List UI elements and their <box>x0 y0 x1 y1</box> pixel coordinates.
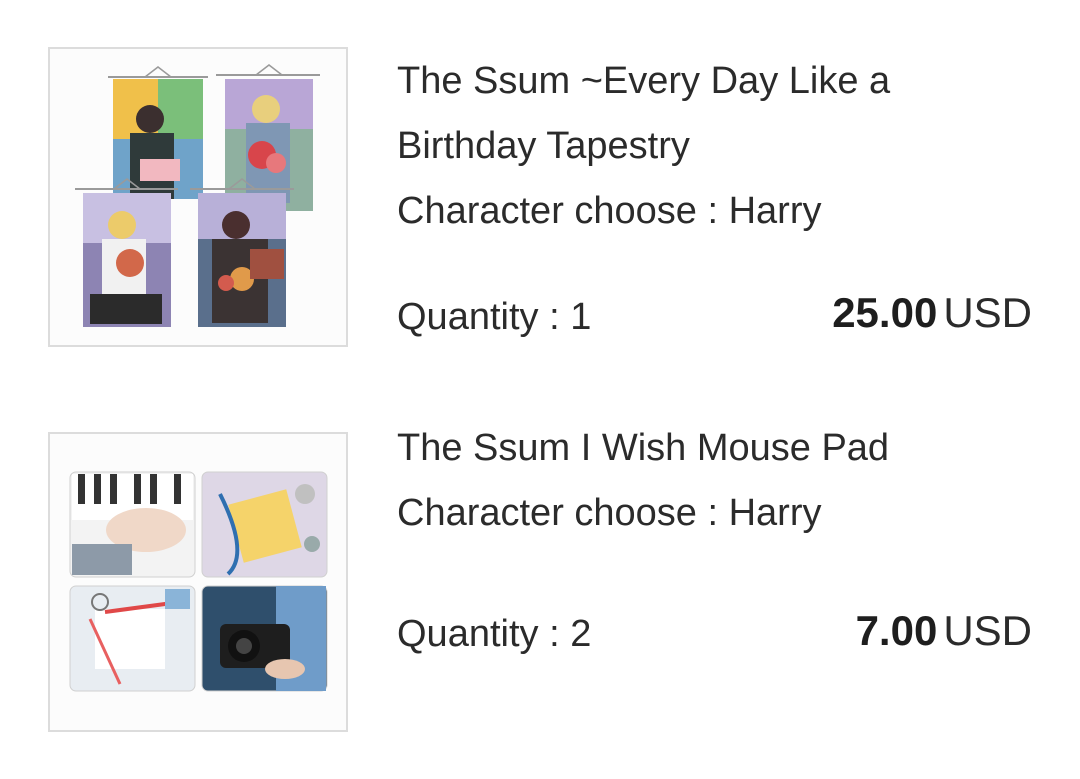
product-thumbnail[interactable] <box>48 432 348 732</box>
product-name[interactable]: The Ssum I Wish Mouse Pad <box>397 416 1027 481</box>
product-details: The Ssum ~Every Day Like a Birthday Tape… <box>397 47 1032 347</box>
item-price: 25.00 USD <box>832 283 1032 343</box>
item-price: 7.00 USD <box>856 601 1032 661</box>
price-currency: USD <box>943 289 1032 336</box>
price-amount: 25.00 <box>832 289 938 336</box>
character-option: Character choose : Harry <box>397 190 822 232</box>
quantity-label: Quantity : 2 <box>397 613 592 655</box>
order-item: The Ssum ~Every Day Like a Birthday Tape… <box>48 47 1032 347</box>
product-thumbnail[interactable] <box>48 47 348 347</box>
product-details: The Ssum I Wish Mouse Pad Character choo… <box>397 427 1032 732</box>
mouse-pad-product-image <box>50 434 346 730</box>
order-item-list: The Ssum ~Every Day Like a Birthday Tape… <box>0 0 1080 779</box>
quantity-label: Quantity : 1 <box>397 296 592 338</box>
price-amount: 7.00 <box>855 607 938 654</box>
character-option: Character choose : Harry <box>397 492 822 534</box>
price-currency: USD <box>943 607 1032 654</box>
tapestry-product-image <box>50 49 346 345</box>
order-item: The Ssum I Wish Mouse Pad Character choo… <box>48 427 1032 732</box>
product-name[interactable]: The Ssum ~Every Day Like a Birthday Tape… <box>397 49 1027 179</box>
